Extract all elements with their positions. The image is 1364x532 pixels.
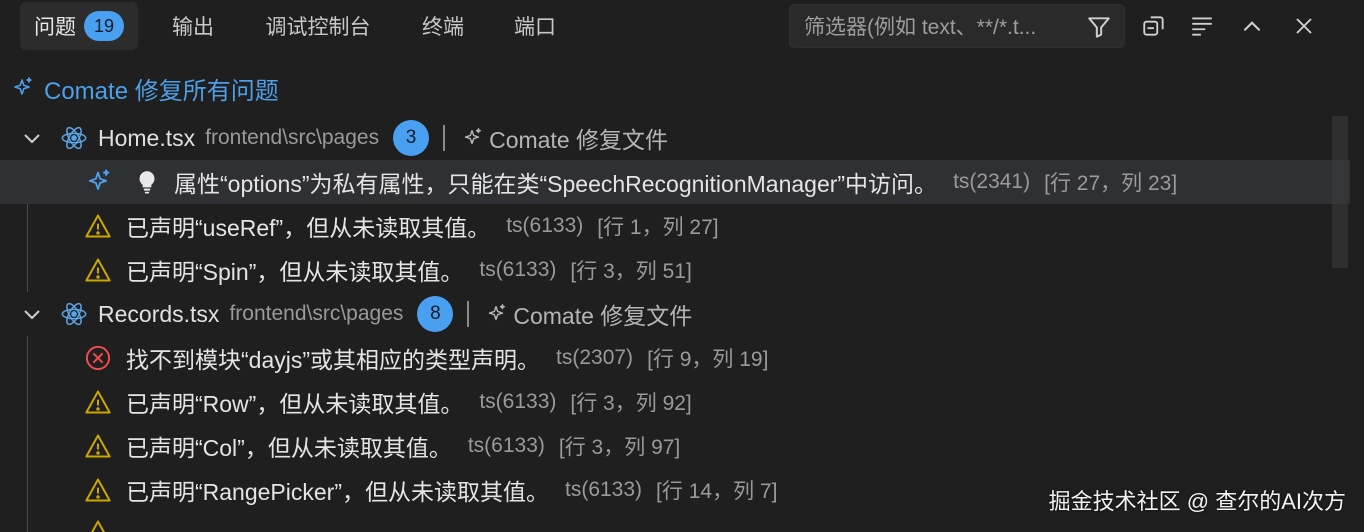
problem-text: 已声明“Col”，但从未读取其值。 bbox=[126, 435, 452, 461]
file-name: Home.tsx bbox=[98, 124, 196, 151]
problem-message: 已声明“Spin”，但从未读取其值。 ts(6133) [行 3，列 51] bbox=[126, 253, 692, 287]
filter-input[interactable] bbox=[802, 11, 1086, 45]
sparkle-icon bbox=[14, 77, 32, 95]
tab-debug-console-label: 调试控制台 bbox=[265, 16, 371, 39]
collapse-all-button[interactable] bbox=[1138, 10, 1170, 42]
maximize-panel-button[interactable] bbox=[1236, 10, 1268, 42]
problem-row[interactable]: 已声明“Col”，但从未读取其值。 ts(6133) [行 3，列 97] bbox=[0, 424, 1350, 468]
problem-message: 已声明“Col”，但从未读取其值。 ts(6133) [行 3，列 97] bbox=[126, 429, 680, 463]
problem-position: [行 27，列 23] bbox=[1044, 172, 1178, 195]
warning-icon bbox=[85, 434, 111, 458]
problem-row[interactable]: 找不到模块“dayjs”或其相应的类型声明。 ts(2307) [行 9，列 1… bbox=[0, 336, 1350, 380]
react-icon bbox=[61, 126, 87, 150]
problem-code: ts(6133) bbox=[565, 478, 643, 501]
problem-text: 属性“options”为私有属性，只能在类“SpeechRecognitionM… bbox=[174, 171, 938, 197]
tab-ports[interactable]: 端口 bbox=[502, 2, 568, 50]
problem-position: [行 9，列 19] bbox=[647, 348, 769, 371]
warning-icon bbox=[85, 214, 111, 238]
problem-text: 已声明“RangePicker”，但从未读取其值。 bbox=[126, 479, 549, 505]
warning-icon bbox=[85, 258, 111, 282]
sparkle-icon bbox=[489, 304, 506, 321]
file-problem-count: 8 bbox=[417, 296, 454, 332]
react-icon bbox=[61, 302, 87, 326]
problem-position: [行 1，列 27] bbox=[597, 216, 719, 239]
problem-code: ts(6133) bbox=[479, 390, 557, 413]
scrollbar-thumb[interactable] bbox=[1332, 116, 1348, 268]
tab-terminal-label: 终端 bbox=[422, 16, 464, 39]
problem-text: 找不到模块“dayjs”或其相应的类型声明。 bbox=[126, 347, 541, 373]
error-icon bbox=[85, 345, 111, 371]
problem-position: [行 3，列 92] bbox=[570, 392, 692, 415]
comate-fix-file-link[interactable]: Comate 修复文件 bbox=[485, 297, 692, 331]
close-panel-button[interactable] bbox=[1288, 10, 1320, 42]
lightbulb-icon[interactable] bbox=[134, 168, 160, 196]
tab-terminal[interactable]: 终端 bbox=[410, 2, 476, 50]
maximize-panel-icon bbox=[1243, 21, 1261, 32]
comate-fix-all-link[interactable]: Comate 修复所有问题 bbox=[10, 68, 279, 108]
fix-file-label: Comate 修复文件 bbox=[513, 303, 693, 329]
problem-code: ts(6133) bbox=[479, 258, 557, 281]
problem-position: [行 3，列 51] bbox=[570, 260, 692, 283]
view-as-list-button[interactable] bbox=[1186, 10, 1218, 42]
problem-text: 已声明“useRef”，但从未读取其值。 bbox=[126, 215, 491, 241]
file-name: Records.tsx bbox=[98, 300, 220, 327]
problem-position: [行 14，列 7] bbox=[656, 480, 778, 503]
problem-row[interactable]: 属性“options”为私有属性，只能在类“SpeechRecognitionM… bbox=[0, 160, 1350, 204]
divider bbox=[443, 125, 446, 151]
problem-code: ts(2307) bbox=[556, 346, 634, 369]
view-as-list-icon bbox=[1192, 17, 1212, 36]
chevron-down-icon[interactable] bbox=[20, 126, 44, 150]
problem-text: 已声明“Row”，但从未读取其值。 bbox=[126, 391, 464, 417]
comate-fix-file-link[interactable]: Comate 修复文件 bbox=[461, 121, 668, 155]
close-icon bbox=[1296, 18, 1312, 34]
problem-message: 已声明“useRef”，但从未读取其值。 ts(6133) [行 1，列 27] bbox=[126, 209, 719, 243]
file-path: frontend\src\pages bbox=[229, 302, 404, 325]
tab-ports-label: 端口 bbox=[514, 16, 556, 39]
tab-output-label: 输出 bbox=[172, 16, 214, 39]
problem-row[interactable]: 已声明“Row”，但从未读取其值。 ts(6133) [行 3，列 92] bbox=[0, 380, 1350, 424]
panel-tab-bar: 问题 19 输出 调试控制台 终端 端口 bbox=[0, 0, 1364, 54]
problem-message: 已声明“RangePicker”，但从未读取其值。 ts(6133) [行 14… bbox=[126, 473, 777, 507]
problems-panel: 问题 19 输出 调试控制台 终端 端口 筛选器(例如 text、**/*.t.… bbox=[0, 0, 1364, 532]
chevron-down-icon[interactable] bbox=[20, 302, 44, 326]
file-row-records[interactable]: Records.tsx frontend\src\pages 8 Comate … bbox=[0, 292, 1350, 336]
tab-problems[interactable]: 问题 19 bbox=[20, 2, 138, 50]
fix-file-label: Comate 修复文件 bbox=[489, 127, 669, 153]
file-path: frontend\src\pages bbox=[205, 126, 380, 149]
warning-icon bbox=[85, 390, 111, 414]
file-problem-count: 3 bbox=[393, 120, 430, 156]
sparkle-icon bbox=[464, 128, 482, 145]
file-entry: Home.tsx frontend\src\pages 3 Comate 修复文… bbox=[98, 120, 668, 156]
warning-icon bbox=[91, 520, 105, 532]
tab-debug-console[interactable]: 调试控制台 bbox=[252, 2, 384, 50]
problem-message: 已声明“Row”，但从未读取其值。 ts(6133) [行 3，列 92] bbox=[126, 385, 692, 419]
filter-box bbox=[789, 4, 1125, 48]
problem-code: ts(6133) bbox=[467, 434, 545, 457]
problem-message: 找不到模块“dayjs”或其相应的类型声明。 ts(2307) [行 9，列 1… bbox=[126, 341, 768, 375]
problem-text: 已声明“Spin”，但从未读取其值。 bbox=[126, 259, 464, 285]
filter-icon[interactable] bbox=[1086, 14, 1112, 40]
problem-position: [行 3，列 97] bbox=[558, 436, 681, 459]
fix-all-label: Comate 修复所有问题 bbox=[44, 77, 279, 105]
file-row-home[interactable]: Home.tsx frontend\src\pages 3 Comate 修复文… bbox=[0, 116, 1350, 160]
problem-row[interactable]: 已声明“useRef”，但从未读取其值。 ts(6133) [行 1，列 27] bbox=[0, 204, 1350, 248]
problem-row[interactable]: 已声明“Spin”，但从未读取其值。 ts(6133) [行 3，列 51] bbox=[0, 248, 1350, 292]
problem-message: 属性“options”为私有属性，只能在类“SpeechRecognitionM… bbox=[174, 165, 1177, 199]
tab-problems-label: 问题 bbox=[34, 16, 76, 39]
problem-code: ts(2341) bbox=[953, 170, 1031, 193]
divider bbox=[467, 301, 470, 327]
watermark: 掘金技术社区 @ 查尔的AI次方 bbox=[1048, 489, 1346, 514]
file-entry: Records.tsx frontend\src\pages 8 Comate … bbox=[98, 296, 692, 332]
warning-icon bbox=[85, 478, 111, 502]
tab-output[interactable]: 输出 bbox=[160, 2, 226, 50]
problems-count-badge: 19 bbox=[84, 11, 124, 41]
collapse-all-icon bbox=[1143, 16, 1164, 36]
problem-code: ts(6133) bbox=[506, 214, 584, 237]
sparkle-icon[interactable] bbox=[84, 168, 112, 196]
